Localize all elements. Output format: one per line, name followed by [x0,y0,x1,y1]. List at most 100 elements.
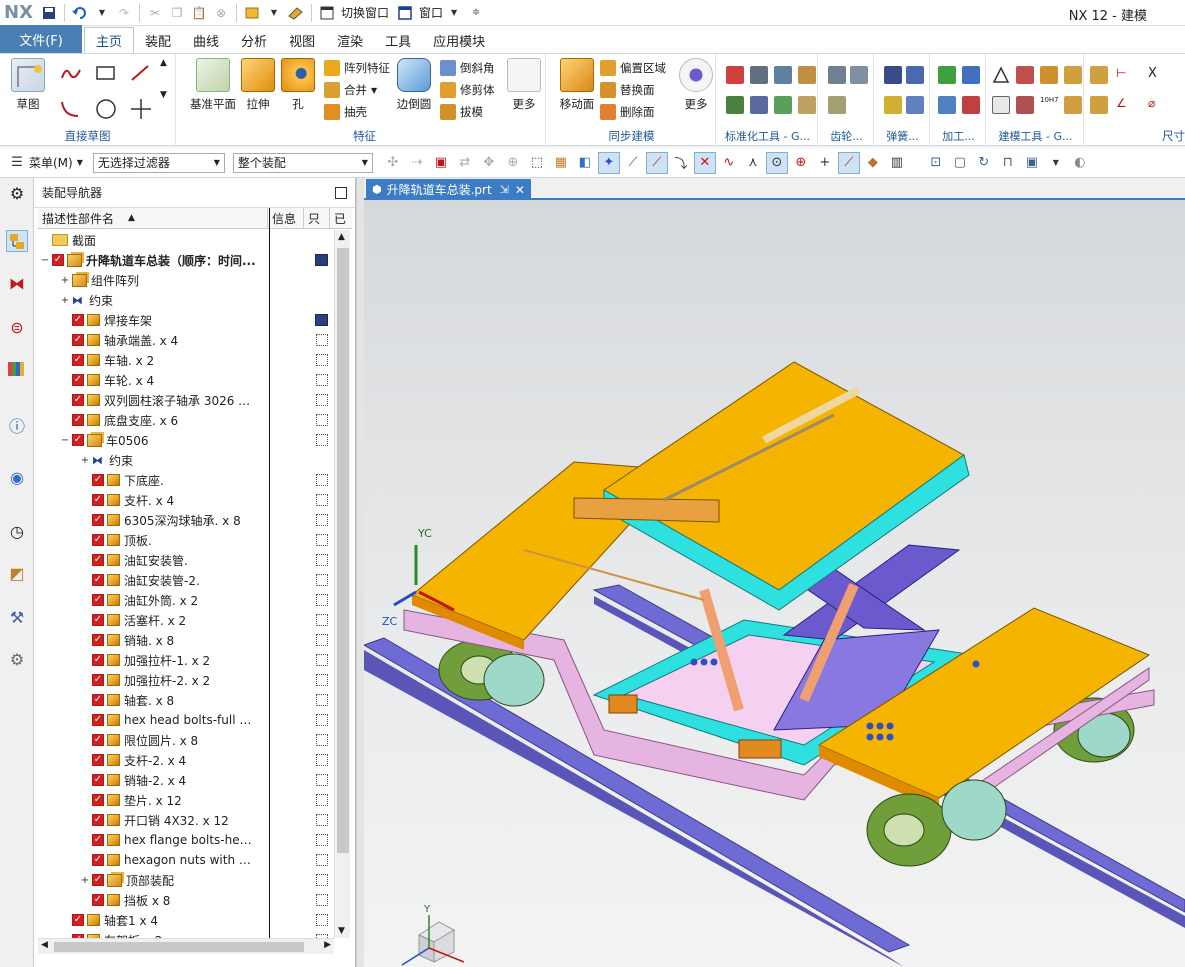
dimension-icon[interactable] [1090,66,1108,84]
constraint-navigator-icon[interactable]: ⧓ [6,272,28,294]
delete-icon[interactable]: ⊗ [211,3,231,23]
visibility-checkbox[interactable]: ✓ [92,694,104,706]
chevron-down-icon[interactable]: ▼ [160,90,178,108]
hole-button[interactable]: 孔 [274,58,322,112]
window-menu-button[interactable]: 窗口 [419,4,443,21]
dimension-icon[interactable] [1090,96,1108,114]
roles-icon[interactable]: ⚒ [6,606,28,628]
model-render[interactable]: YC ZC Y [364,200,1185,967]
tree-row[interactable]: − ✓ 升降轨道车总装（顺序：时间... [38,250,338,270]
gear-icon[interactable] [828,66,846,84]
triangle-icon[interactable] [992,66,1010,84]
tree-row[interactable]: ✓ 车轴. x 2 [38,350,338,370]
select-tool-icon[interactable]: ✥ [478,152,500,174]
history-clock-icon[interactable]: ◷ [6,520,28,542]
close-icon[interactable]: ✕ [515,183,525,197]
panel-splitter[interactable] [356,178,364,967]
column-name-header[interactable]: 描述性部件名 ▲ [38,208,268,228]
tree-row[interactable]: + ⧓ 约束 [38,450,338,470]
visibility-checkbox[interactable]: ✓ [92,514,104,526]
tree-row[interactable]: ✓ 6305深沟球轴承. x 8 [38,510,338,530]
switch-window-button[interactable]: 切换窗口 [341,4,389,21]
tree-row[interactable]: ✓车架板 x 2 [38,930,338,938]
tree-row[interactable]: ✓ 双列圆柱滚子轴承 3026 G... [38,390,338,410]
visibility-checkbox[interactable]: ✓ [72,394,84,406]
pattern-feature-button[interactable]: 阵列特征 [324,58,390,78]
tree-row[interactable]: ✓ 销轴. x 8 [38,630,338,650]
select-tool-icon[interactable]: ⇄ [454,152,476,174]
tab-applications[interactable]: 应用模块 [422,27,496,53]
snap-on-curve-icon[interactable]: ⟋ [837,151,860,174]
tree-row[interactable]: ✓ 焊接车架 [38,310,338,330]
machining-icon[interactable] [938,96,956,114]
arc-icon[interactable] [60,98,79,117]
std-part-icon[interactable] [798,66,816,84]
snap-control-icon[interactable]: ⤵ [670,152,692,174]
sketch-button[interactable]: 草图 [4,58,52,112]
tree-row[interactable]: ✓ 加强拉杆-1. x 2 [38,650,338,670]
select-tool-icon[interactable]: ⇢ [406,152,428,174]
circle-icon[interactable] [95,98,116,119]
visibility-checkbox[interactable]: ✓ [92,674,104,686]
visibility-checkbox[interactable]: ✓ [92,774,104,786]
column-modified-header[interactable]: 已 [330,208,350,228]
datum-plane-button[interactable]: 基准平面 [186,58,240,112]
modeling-tool-icon[interactable] [1016,66,1034,84]
reuse-library-icon[interactable] [6,358,28,380]
vertical-scrollbar[interactable]: ▲ ▼ [334,230,350,938]
menu-button[interactable]: 菜单(M) [29,154,73,171]
std-part-icon[interactable] [798,96,816,114]
visibility-checkbox[interactable]: ✓ [72,334,84,346]
tools-icon[interactable] [242,3,262,23]
select-tool-icon[interactable]: ▣ [430,152,452,174]
tree-row[interactable]: ✓ 下底座. [38,470,338,490]
more-sync-button[interactable]: 更多 [672,58,720,112]
chevron-down-icon[interactable]: ▼ [264,3,284,23]
move-face-button[interactable]: 移动面 [552,58,602,112]
tree-row[interactable]: ✓ 挡板 x 8 [38,890,338,910]
spring-icon[interactable] [884,66,902,84]
offset-region-button[interactable]: 偏置区域 [600,58,666,78]
system-materials-icon[interactable]: ⚙ [6,648,28,670]
snap-existing-icon[interactable]: + [814,152,836,174]
modeling-tool-icon[interactable] [1064,66,1082,84]
visibility-checkbox[interactable]: ✓ [92,734,104,746]
visibility-checkbox[interactable]: ✓ [92,554,104,566]
visibility-checkbox[interactable]: ✓ [72,414,84,426]
profile-icon[interactable] [60,64,81,82]
visibility-checkbox[interactable]: ✓ [52,254,64,266]
undo-icon[interactable] [70,3,90,23]
tab-assembly[interactable]: 装配 [134,27,182,53]
delete-face-button[interactable]: 删除面 [600,102,655,122]
machining-icon[interactable] [962,66,980,84]
tree-row[interactable]: ✓ 油缸安装管-2. [38,570,338,590]
select-tool-icon[interactable]: ◧ [574,152,596,174]
menu-icon[interactable]: ☰ [6,152,28,174]
tree-row[interactable]: + ⧓ 约束 [38,290,338,310]
select-tool-icon[interactable]: ⊕ [502,152,524,174]
tree-row[interactable]: ✓ 支杆-2. x 4 [38,750,338,770]
spring-icon[interactable] [884,96,902,114]
snap-mid-icon[interactable]: ⟋ [645,151,668,174]
tab-home[interactable]: 主页 [84,27,135,53]
redo-icon[interactable]: ↷ [114,3,134,23]
snap-intersection-icon[interactable]: ✕ [693,151,716,174]
shell-button[interactable]: 抽壳 [324,102,367,122]
customize-icon[interactable]: ≑ [466,3,486,23]
tab-curve[interactable]: 曲线 [182,27,230,53]
chevron-down-icon[interactable]: ▼ [1045,152,1067,174]
column-readonly-header[interactable]: 只 [304,208,330,228]
point-icon[interactable] [130,98,151,119]
visibility-checkbox[interactable]: ✓ [72,354,84,366]
snap-face-icon[interactable]: ◆ [862,152,884,174]
tree-row[interactable]: ✓ 垫片. x 12 [38,790,338,810]
visibility-checkbox[interactable]: ✓ [72,914,84,926]
tree-row[interactable]: ✓ 油缸安装管. [38,550,338,570]
tree-row[interactable]: ✓ 轴套. x 8 [38,690,338,710]
std-part-icon[interactable] [726,96,744,114]
horizontal-scrollbar[interactable]: ◀ ▶ [38,938,334,954]
tree-row[interactable]: ✓ hex flange bolts-heav... [38,830,338,850]
tree-row[interactable]: − ✓ 车0506 [38,430,338,450]
visibility-checkbox[interactable]: ✓ [92,854,104,866]
snap-center-icon[interactable]: ⊙ [765,151,788,174]
